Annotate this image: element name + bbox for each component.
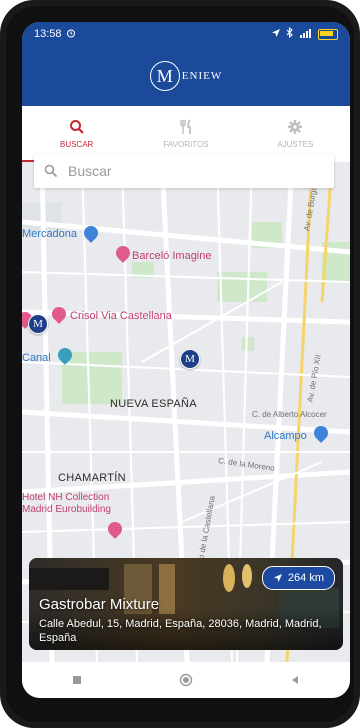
map-label-chamartin: CHAMARTÍN: [58, 472, 126, 484]
logo-text: ENIEW: [181, 70, 223, 82]
map-label-crisol: Crisol Via Castellana: [70, 310, 172, 322]
status-time: 13:58: [34, 28, 62, 40]
signal-icon: [299, 28, 313, 41]
tab-ajustes-label: AJUSTES: [277, 140, 314, 149]
map-label-street-alberto: C. de Alberto Alcocer: [252, 410, 327, 419]
search-input[interactable]: [66, 162, 310, 180]
phone-bezel: 13:58 M ENIEW BUSCAR FAVORITOS AJUSTES M…: [6, 6, 354, 722]
distance-badge[interactable]: 264 km: [261, 566, 335, 590]
app-header: M ENIEW: [22, 46, 350, 106]
map-label-barcelo: Barceló Imagine: [132, 250, 212, 262]
tab-favoritos-label: FAVORITOS: [163, 140, 209, 149]
map-label-hotel-nh-line2: Madrid Eurobuilding: [22, 504, 111, 515]
menew-restaurant-pin[interactable]: M: [28, 314, 48, 334]
recent-apps-button[interactable]: [57, 666, 97, 694]
circle-icon: [179, 673, 193, 687]
distance-label: 264 km: [287, 572, 324, 584]
tab-buscar-label: BUSCAR: [59, 140, 94, 149]
search-icon: [69, 120, 84, 134]
map-label-alcampo: Alcampo: [264, 430, 307, 442]
menew-logo: M ENIEW: [149, 61, 223, 91]
search-icon: [44, 164, 58, 178]
cutlery-icon: [180, 119, 191, 134]
back-triangle-icon: [292, 676, 299, 684]
square-icon: [72, 676, 81, 684]
logo-letter: M: [149, 61, 180, 91]
map-label-canal: Canal: [22, 352, 51, 364]
search-bar[interactable]: [34, 154, 334, 188]
restaurant-card[interactable]: 264 km Gastrobar Mixture Calle Abedul, 1…: [29, 558, 343, 650]
phone-frame: 13:58 M ENIEW BUSCAR FAVORITOS AJUSTES M…: [0, 0, 360, 728]
navigation-arrow-icon: [273, 574, 282, 582]
bluetooth-icon: [286, 26, 294, 41]
home-button[interactable]: [166, 666, 206, 694]
app-screen: 13:58 M ENIEW BUSCAR FAVORITOS AJUSTES M…: [22, 22, 350, 698]
map-label-mercadona: Mercadona: [22, 228, 78, 240]
restaurant-address: Calle Abedul, 15, Madrid, España, 28036,…: [39, 618, 322, 644]
battery-icon: [318, 28, 338, 40]
system-nav-bar: [22, 662, 350, 698]
gear-icon: [288, 120, 303, 134]
alarm-icon: [66, 28, 76, 41]
status-bar: 13:58: [22, 22, 350, 46]
map-label-nueva-espana: NUEVA ESPAÑA: [110, 398, 197, 410]
menew-restaurant-pin[interactable]: M: [180, 349, 200, 369]
location-icon: [271, 28, 281, 41]
restaurant-name: Gastrobar Mixture: [39, 596, 160, 613]
back-button[interactable]: [275, 666, 315, 694]
map-label-hotel-nh-line1: Hotel NH Collection: [22, 492, 110, 503]
